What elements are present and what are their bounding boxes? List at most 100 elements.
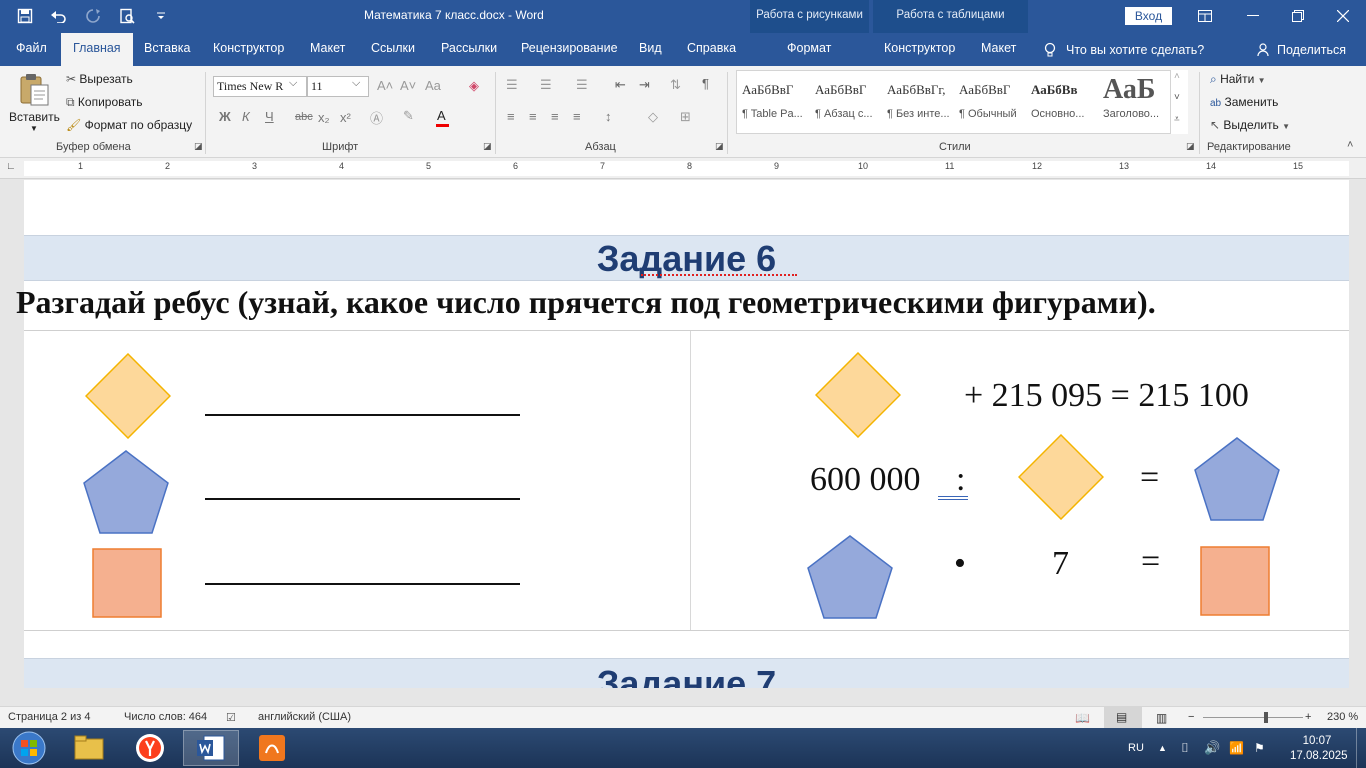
font-size-dropdown-icon[interactable]: ⌵ <box>352 77 360 90</box>
proofing-icon[interactable]: ☑ <box>226 711 236 724</box>
strikethrough-button[interactable]: abc <box>295 111 313 123</box>
tab-review[interactable]: Рецензирование <box>521 33 618 66</box>
style-normal[interactable]: АаБбВвГ ¶ Обычный <box>955 74 1021 128</box>
explorer-taskbar-button[interactable] <box>61 730 117 766</box>
style-table-paragraph[interactable]: АаБбВвГ ¶ Table Pa... <box>738 74 804 128</box>
tab-help[interactable]: Справка <box>687 33 736 66</box>
increase-indent-icon[interactable]: ⇥ <box>639 77 650 93</box>
align-center-icon[interactable]: ≡ <box>529 109 537 124</box>
ribbon-display-options-icon[interactable] <box>1192 4 1218 28</box>
zoom-slider-thumb[interactable] <box>1264 712 1268 723</box>
share-button[interactable]: Поделиться <box>1257 33 1346 66</box>
text-effects-icon[interactable]: Ⓐ <box>370 108 383 127</box>
diamond-shape[interactable] <box>1018 434 1104 520</box>
collapse-ribbon-icon[interactable]: ˄ <box>1347 139 1353 151</box>
redo-icon[interactable] <box>82 6 104 26</box>
styles-scroll-up-icon[interactable]: ˄ <box>1174 71 1180 82</box>
save-icon[interactable] <box>14 6 36 26</box>
paragraph-launcher-icon[interactable]: ◪ <box>715 141 724 152</box>
tab-table-layout[interactable]: Макет <box>981 33 1016 66</box>
decrease-indent-icon[interactable]: ⇤ <box>615 77 626 93</box>
tray-network-icon[interactable]: 📶 <box>1229 728 1244 768</box>
tab-table-design[interactable]: Конструктор <box>884 33 955 66</box>
tab-file[interactable]: Файл <box>16 33 47 66</box>
pentagon-shape[interactable] <box>1194 437 1280 521</box>
tab-selector-icon[interactable]: ∟ <box>6 161 16 172</box>
paste-button[interactable]: Вставить ▼ <box>8 70 60 136</box>
bold-button[interactable]: Ж <box>219 109 231 124</box>
line-spacing-icon[interactable]: ↕ <box>605 109 612 124</box>
signin-button[interactable]: Вход <box>1125 7 1172 25</box>
bullets-icon[interactable]: ☰ <box>506 77 518 93</box>
clear-formatting-icon[interactable]: ◈ <box>469 78 479 94</box>
change-case-icon[interactable]: Aa <box>425 78 441 93</box>
tell-me-box[interactable]: Что вы хотите сделать? <box>1044 33 1204 66</box>
style-heading[interactable]: АаБ Заголово... <box>1099 74 1165 128</box>
tab-picture-format[interactable]: Формат <box>787 33 831 66</box>
show-desktop-button[interactable] <box>1356 728 1366 768</box>
superscript-button[interactable]: x² <box>340 110 351 125</box>
tray-expand-icon[interactable]: ▲ <box>1158 728 1167 768</box>
tray-flag-icon[interactable]: ⚑ <box>1254 728 1265 768</box>
zoom-out-icon[interactable]: − <box>1188 711 1194 723</box>
multilevel-list-icon[interactable]: ☰ <box>576 77 588 93</box>
pdf-taskbar-button[interactable] <box>244 730 300 766</box>
grow-font-icon[interactable]: A˄ <box>377 78 393 93</box>
tray-language[interactable]: RU <box>1128 728 1144 768</box>
select-button[interactable]: ↖ Выделить ▼ <box>1210 118 1290 132</box>
shading-icon[interactable]: ◇ <box>648 109 658 125</box>
replace-button[interactable]: ab Заменить <box>1210 95 1278 109</box>
close-icon[interactable] <box>1330 4 1356 28</box>
show-marks-icon[interactable]: ¶ <box>702 76 709 91</box>
borders-icon[interactable]: ⊞ <box>680 109 691 125</box>
start-button[interactable] <box>2 730 56 766</box>
font-name-dropdown-icon[interactable]: ⌵ <box>289 77 297 90</box>
tab-design[interactable]: Конструктор <box>213 33 284 66</box>
pentagon-shape[interactable] <box>807 535 893 619</box>
italic-button[interactable]: К <box>242 109 250 124</box>
tab-references[interactable]: Ссылки <box>371 33 415 66</box>
document-area[interactable]: Задание 6 Разгадай ребус (узнай, какое ч… <box>0 180 1366 688</box>
print-preview-icon[interactable] <box>116 6 138 26</box>
align-right-icon[interactable]: ≡ <box>551 109 559 124</box>
tab-home[interactable]: Главная <box>61 33 133 66</box>
diamond-shape[interactable] <box>85 353 171 439</box>
tray-battery-icon[interactable]: ⌷ <box>1181 728 1189 768</box>
tab-insert[interactable]: Вставка <box>144 33 190 66</box>
zoom-level[interactable]: 230 % <box>1327 711 1358 723</box>
web-layout-icon[interactable]: ▥ <box>1156 711 1167 725</box>
styles-more-icon[interactable]: ⩡ <box>1174 114 1180 125</box>
styles-scroll-down-icon[interactable]: ˅ <box>1174 92 1180 103</box>
clipboard-launcher-icon[interactable]: ◪ <box>194 141 203 152</box>
tab-mailings[interactable]: Рассылки <box>441 33 497 66</box>
yandex-taskbar-button[interactable] <box>122 730 178 766</box>
restore-icon[interactable] <box>1285 4 1311 28</box>
numbering-icon[interactable]: ☰ <box>540 77 552 93</box>
styles-launcher-icon[interactable]: ◪ <box>1186 141 1195 152</box>
pentagon-shape[interactable] <box>83 450 169 534</box>
shrink-font-icon[interactable]: A˅ <box>400 78 416 93</box>
square-shape[interactable] <box>92 548 162 618</box>
word-taskbar-button[interactable] <box>183 730 239 766</box>
tab-view[interactable]: Вид <box>639 33 662 66</box>
undo-icon[interactable] <box>48 6 70 26</box>
read-mode-icon[interactable]: 📖 <box>1075 711 1090 725</box>
style-body[interactable]: АаБбВв Основно... <box>1027 74 1093 128</box>
subscript-button[interactable]: x₂ <box>318 110 330 125</box>
diamond-shape[interactable] <box>815 352 901 438</box>
print-layout-button[interactable]: ▤ <box>1104 707 1142 728</box>
font-color-icon[interactable]: A <box>437 108 446 123</box>
tray-clock[interactable]: 10:07 17.08.2025 <box>1290 734 1348 764</box>
language-indicator[interactable]: английский (США) <box>258 711 351 723</box>
highlight-icon[interactable]: ✎ <box>403 108 414 124</box>
answer-line-diamond[interactable] <box>205 414 520 416</box>
customize-qat-icon[interactable] <box>150 6 172 26</box>
square-shape[interactable] <box>1200 546 1270 616</box>
cut-button[interactable]: ✂ Вырезать <box>66 72 133 86</box>
sort-icon[interactable]: ⇅ <box>670 77 681 93</box>
zoom-in-icon[interactable]: + <box>1305 711 1311 723</box>
tray-volume-icon[interactable]: 🔊 <box>1204 728 1220 768</box>
align-left-icon[interactable]: ≡ <box>507 109 515 124</box>
answer-line-square[interactable] <box>205 583 520 585</box>
minimize-icon[interactable] <box>1240 4 1266 28</box>
